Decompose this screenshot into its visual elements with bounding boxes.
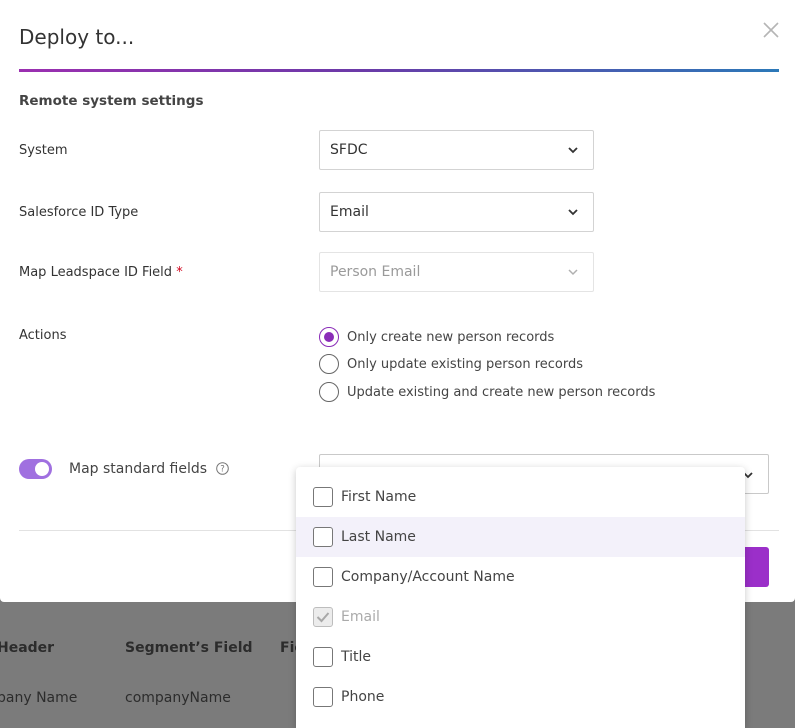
option-title[interactable]: Title <box>296 637 745 677</box>
option-label: First Name <box>341 489 417 505</box>
checkbox[interactable] <box>313 647 333 667</box>
table-header-segment-field: Segment’s Field <box>125 640 253 656</box>
chevron-down-icon <box>568 209 578 216</box>
system-select[interactable]: SFDC <box>319 130 594 170</box>
help-icon[interactable]: ? <box>216 462 229 475</box>
map-leadspace-id-label-text: Map Leadspace ID Field <box>19 265 173 280</box>
table-cell-segment-field: companyName <box>125 690 231 706</box>
system-label: System <box>19 143 68 158</box>
standard-fields-dropdown: First Name Last Name Company/Account Nam… <box>296 467 745 728</box>
radio-label: Only update existing person records <box>347 356 584 372</box>
section-title: Remote system settings <box>19 93 204 109</box>
option-company-account-name[interactable]: Company/Account Name <box>296 557 745 597</box>
radio-only-create[interactable]: Only create new person records <box>319 327 554 347</box>
checkmark-icon <box>316 612 330 623</box>
radio-update-and-create[interactable]: Update existing and create new person re… <box>319 382 655 402</box>
map-leadspace-id-select: Person Email <box>319 252 594 292</box>
chevron-down-icon <box>568 147 578 154</box>
checkbox[interactable] <box>313 567 333 587</box>
map-leadspace-id-label: Map Leadspace ID Field * <box>19 265 183 280</box>
checkbox[interactable] <box>313 527 333 547</box>
table-header-header: Header <box>0 640 55 656</box>
option-label: Company/Account Name <box>341 569 515 585</box>
option-last-name[interactable]: Last Name <box>296 517 745 557</box>
system-select-value: SFDC <box>330 142 368 158</box>
toggle-knob <box>35 462 49 476</box>
radio-button[interactable] <box>319 327 339 347</box>
salesforce-id-type-label: Salesforce ID Type <box>19 205 139 220</box>
checkbox[interactable] <box>313 487 333 507</box>
option-label: Title <box>341 649 372 665</box>
radio-button[interactable] <box>319 354 339 374</box>
checkbox[interactable] <box>313 687 333 707</box>
radio-label: Only create new person records <box>347 329 555 345</box>
map-leadspace-id-value: Person Email <box>330 264 421 280</box>
radio-label: Update existing and create new person re… <box>347 384 656 400</box>
option-label: Phone <box>341 689 385 705</box>
svg-text:?: ? <box>220 465 225 475</box>
title-divider <box>19 69 779 72</box>
option-first-name[interactable]: First Name <box>296 477 745 517</box>
checkbox <box>313 607 333 627</box>
radio-only-update[interactable]: Only update existing person records <box>319 354 583 374</box>
salesforce-id-type-select[interactable]: Email <box>319 192 594 232</box>
required-mark: * <box>176 265 183 280</box>
option-label: Last Name <box>341 529 416 545</box>
map-standard-fields-label: Map standard fields <box>69 461 208 477</box>
table-cell-header: pany Name <box>0 690 78 706</box>
modal-title: Deploy to... <box>19 25 135 49</box>
salesforce-id-type-value: Email <box>330 204 369 220</box>
radio-button[interactable] <box>319 382 339 402</box>
option-label: Email <box>341 609 380 625</box>
option-phone[interactable]: Phone <box>296 677 745 717</box>
map-standard-fields-toggle[interactable] <box>19 459 52 479</box>
close-icon[interactable] <box>760 19 782 41</box>
option-email: Email <box>296 597 745 637</box>
chevron-down-icon <box>568 269 578 276</box>
actions-label: Actions <box>19 328 67 343</box>
